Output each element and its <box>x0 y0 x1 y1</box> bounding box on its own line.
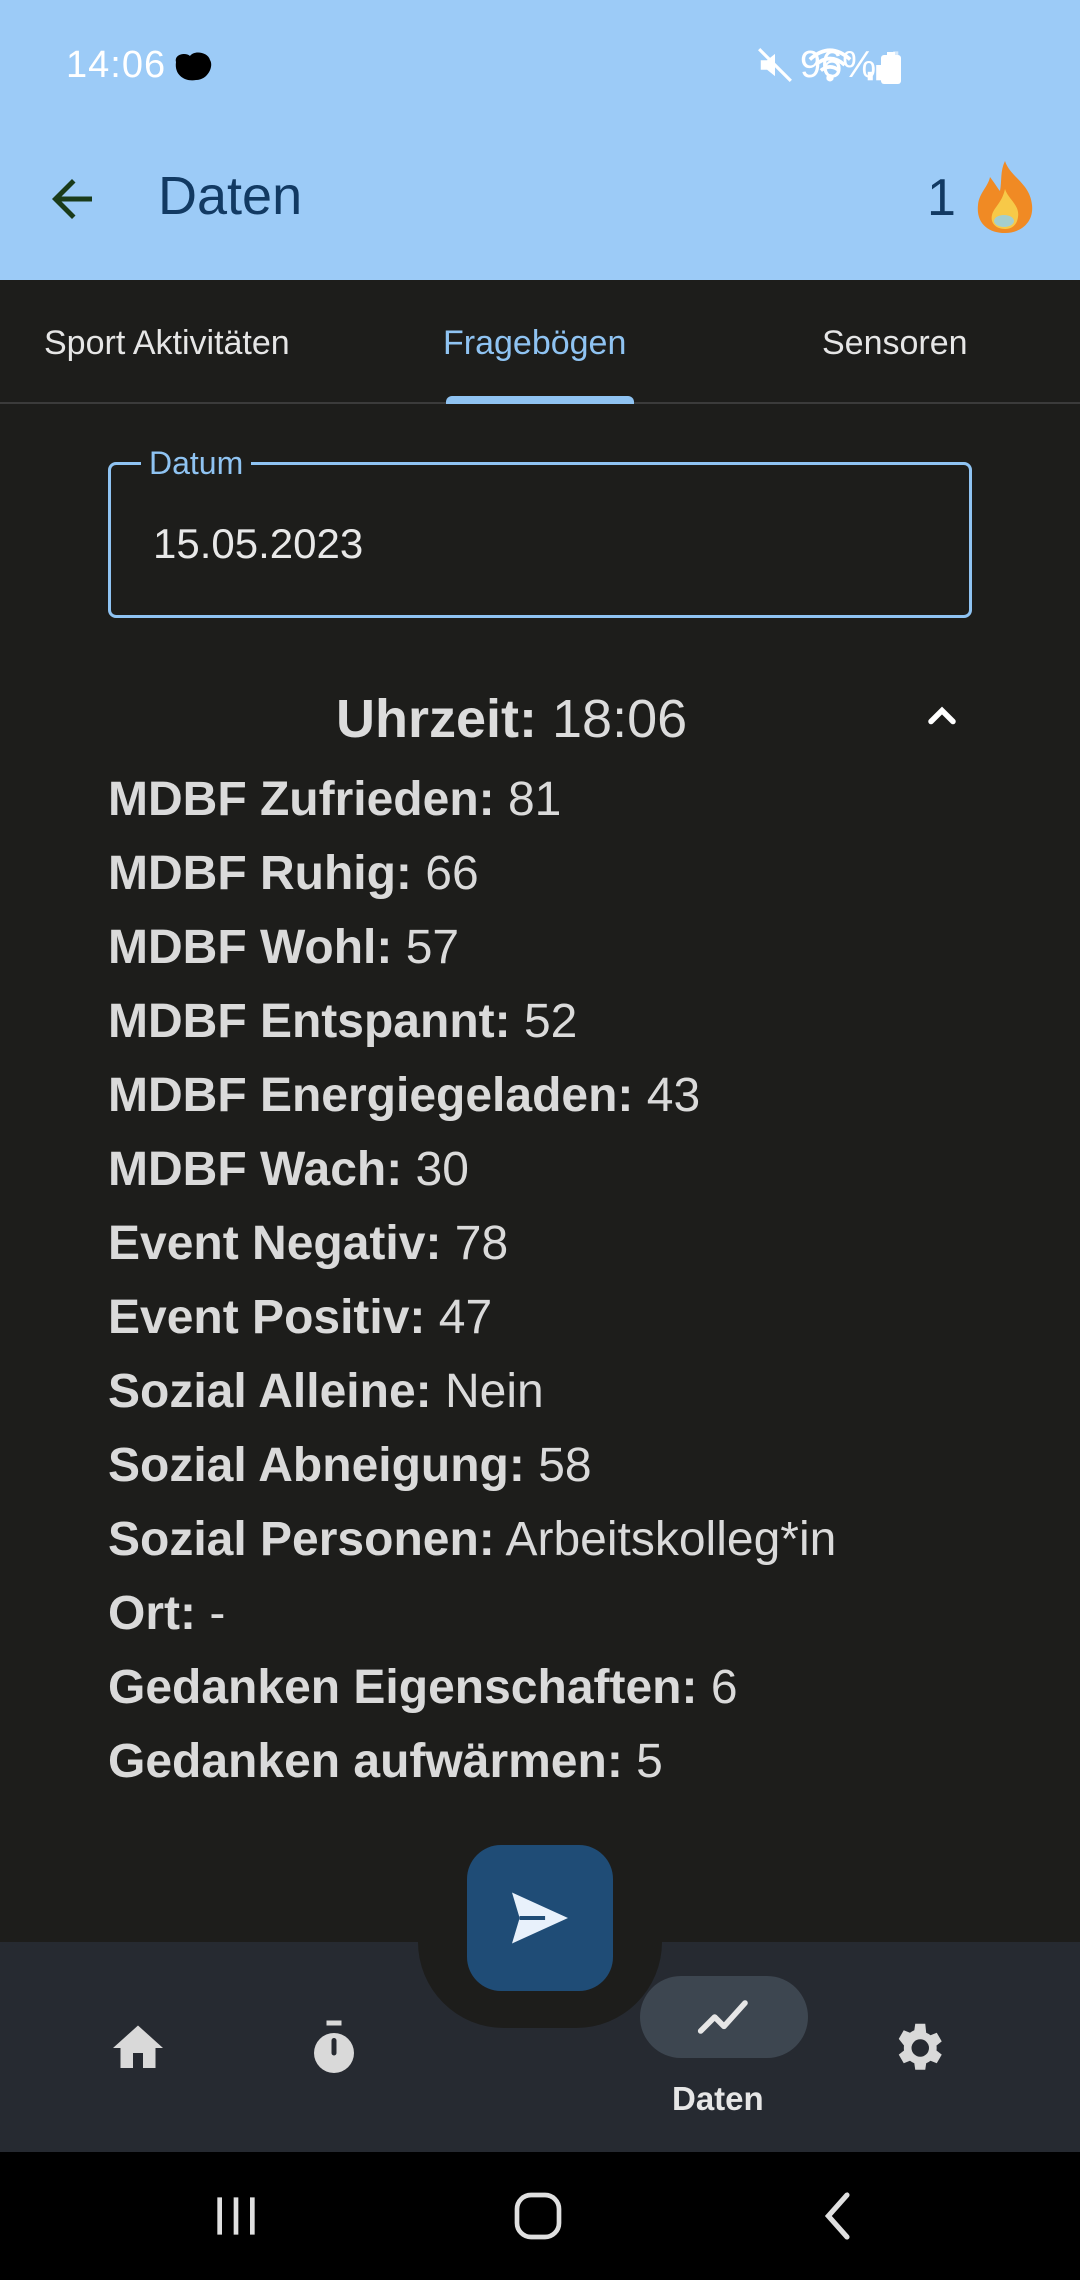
detail-key: Ort: <box>108 1587 196 1640</box>
recent-apps-icon[interactable] <box>208 2188 264 2244</box>
page-title: Daten <box>158 166 303 226</box>
detail-key: MDBF Wohl: <box>108 921 393 974</box>
detail-value: 30 <box>415 1143 469 1196</box>
chart-icon <box>697 2000 748 2034</box>
detail-value: - <box>209 1587 226 1640</box>
detail-key: Sozial Alleine: <box>108 1365 432 1418</box>
detail-value: 5 <box>636 1735 663 1788</box>
detail-key: Gedanken aufwärmen: <box>108 1735 623 1788</box>
battery-percent: 96% <box>800 44 877 86</box>
detail-value: Nein <box>444 1365 544 1418</box>
timer-icon[interactable] <box>304 2018 364 2078</box>
back-button-icon[interactable] <box>812 2188 868 2244</box>
notification-icon <box>175 52 212 81</box>
tab-bar: Sport Aktivitäten Fragebögen Sensoren <box>0 280 1080 404</box>
top-bar: 14:06 96% Daten 1 <box>0 0 1080 280</box>
detail-value: 66 <box>425 847 479 900</box>
home-icon[interactable] <box>108 2018 168 2078</box>
detail-row: Gedanken Eigenschaften: 6 <box>108 1658 1008 1732</box>
detail-value: 78 <box>454 1217 509 1270</box>
detail-row: MDBF Entspannt: 52 <box>108 992 1008 1066</box>
date-field[interactable]: Datum 15.05.2023 <box>108 445 972 618</box>
entry-time: Uhrzeit: 18:06 <box>336 688 687 750</box>
detail-key: Event Positiv: <box>108 1291 426 1344</box>
status-time: 14:06 <box>66 44 167 86</box>
detail-key: Gedanken Eigenschaften: <box>108 1661 698 1714</box>
detail-value: 81 <box>507 773 562 826</box>
tab-sport-aktivitaeten[interactable]: Sport Aktivitäten <box>44 324 290 363</box>
entry-time-label: Uhrzeit: <box>336 689 537 749</box>
detail-row: MDBF Wach: 30 <box>108 1140 1008 1214</box>
detail-key: MDBF Zufrieden: <box>108 773 495 826</box>
detail-value: 57 <box>405 921 460 974</box>
system-navigation-bar <box>0 2152 1080 2280</box>
chevron-up-icon[interactable] <box>920 694 964 738</box>
send-button[interactable] <box>467 1845 613 1991</box>
nav-item-daten[interactable] <box>640 1976 808 2058</box>
back-arrow-icon[interactable] <box>42 169 102 229</box>
detail-row: Sozial Alleine: Nein <box>108 1362 1008 1436</box>
send-icon <box>512 1892 568 1944</box>
mute-icon <box>758 48 792 82</box>
entry-header[interactable]: Uhrzeit: 18:06 <box>0 688 1080 758</box>
detail-row: Ort: - <box>108 1584 1008 1658</box>
detail-key: Event Negativ: <box>108 1217 442 1270</box>
battery-icon <box>881 52 901 84</box>
home-button-icon[interactable] <box>510 2188 566 2244</box>
detail-value: 43 <box>646 1069 701 1122</box>
detail-row: Gedanken aufwärmen: 5 <box>108 1732 1008 1800</box>
detail-key: MDBF Entspannt: <box>108 995 511 1048</box>
detail-value: 52 <box>523 995 578 1048</box>
detail-row: MDBF Wohl: 57 <box>108 918 1008 992</box>
detail-value: Arbeitskolleg*in <box>505 1513 837 1566</box>
entry-time-value: 18:06 <box>552 689 688 749</box>
detail-row: Sozial Personen: Arbeitskolleg*in <box>108 1510 1008 1584</box>
date-field-value[interactable]: 15.05.2023 <box>153 520 363 568</box>
detail-row: MDBF Energiegeladen: 43 <box>108 1066 1008 1140</box>
settings-icon[interactable] <box>888 2018 948 2078</box>
detail-row: Event Negativ: 78 <box>108 1214 1008 1288</box>
app-bar: Daten 1 <box>0 135 1080 280</box>
flame-icon <box>977 161 1033 233</box>
detail-value: 47 <box>438 1291 493 1344</box>
detail-key: Sozial Personen: <box>108 1513 495 1566</box>
detail-key: MDBF Energiegeladen: <box>108 1069 634 1122</box>
detail-key: Sozial Abneigung: <box>108 1439 525 1492</box>
detail-row: Event Positiv: 47 <box>108 1288 1008 1362</box>
tab-sensoren[interactable]: Sensoren <box>822 324 968 363</box>
detail-key: MDBF Ruhig: <box>108 847 412 900</box>
tab-frageboegen[interactable]: Fragebögen <box>443 324 626 363</box>
detail-value: 6 <box>710 1661 738 1714</box>
streak-count: 1 <box>927 169 956 227</box>
active-tab-indicator <box>446 396 634 404</box>
status-bar: 14:06 96% <box>0 0 1080 135</box>
nav-label-daten[interactable]: Daten <box>672 2080 764 2118</box>
detail-key: MDBF Wach: <box>108 1143 403 1196</box>
entry-details: MDBF Zufrieden: 81 MDBF Ruhig: 66 MDBF W… <box>108 770 1008 1800</box>
detail-row: MDBF Zufrieden: 81 <box>108 770 1008 844</box>
detail-value: 58 <box>538 1439 592 1492</box>
detail-row: MDBF Ruhig: 66 <box>108 844 1008 918</box>
date-field-label: Datum <box>141 445 252 482</box>
detail-row: Sozial Abneigung: 58 <box>108 1436 1008 1510</box>
